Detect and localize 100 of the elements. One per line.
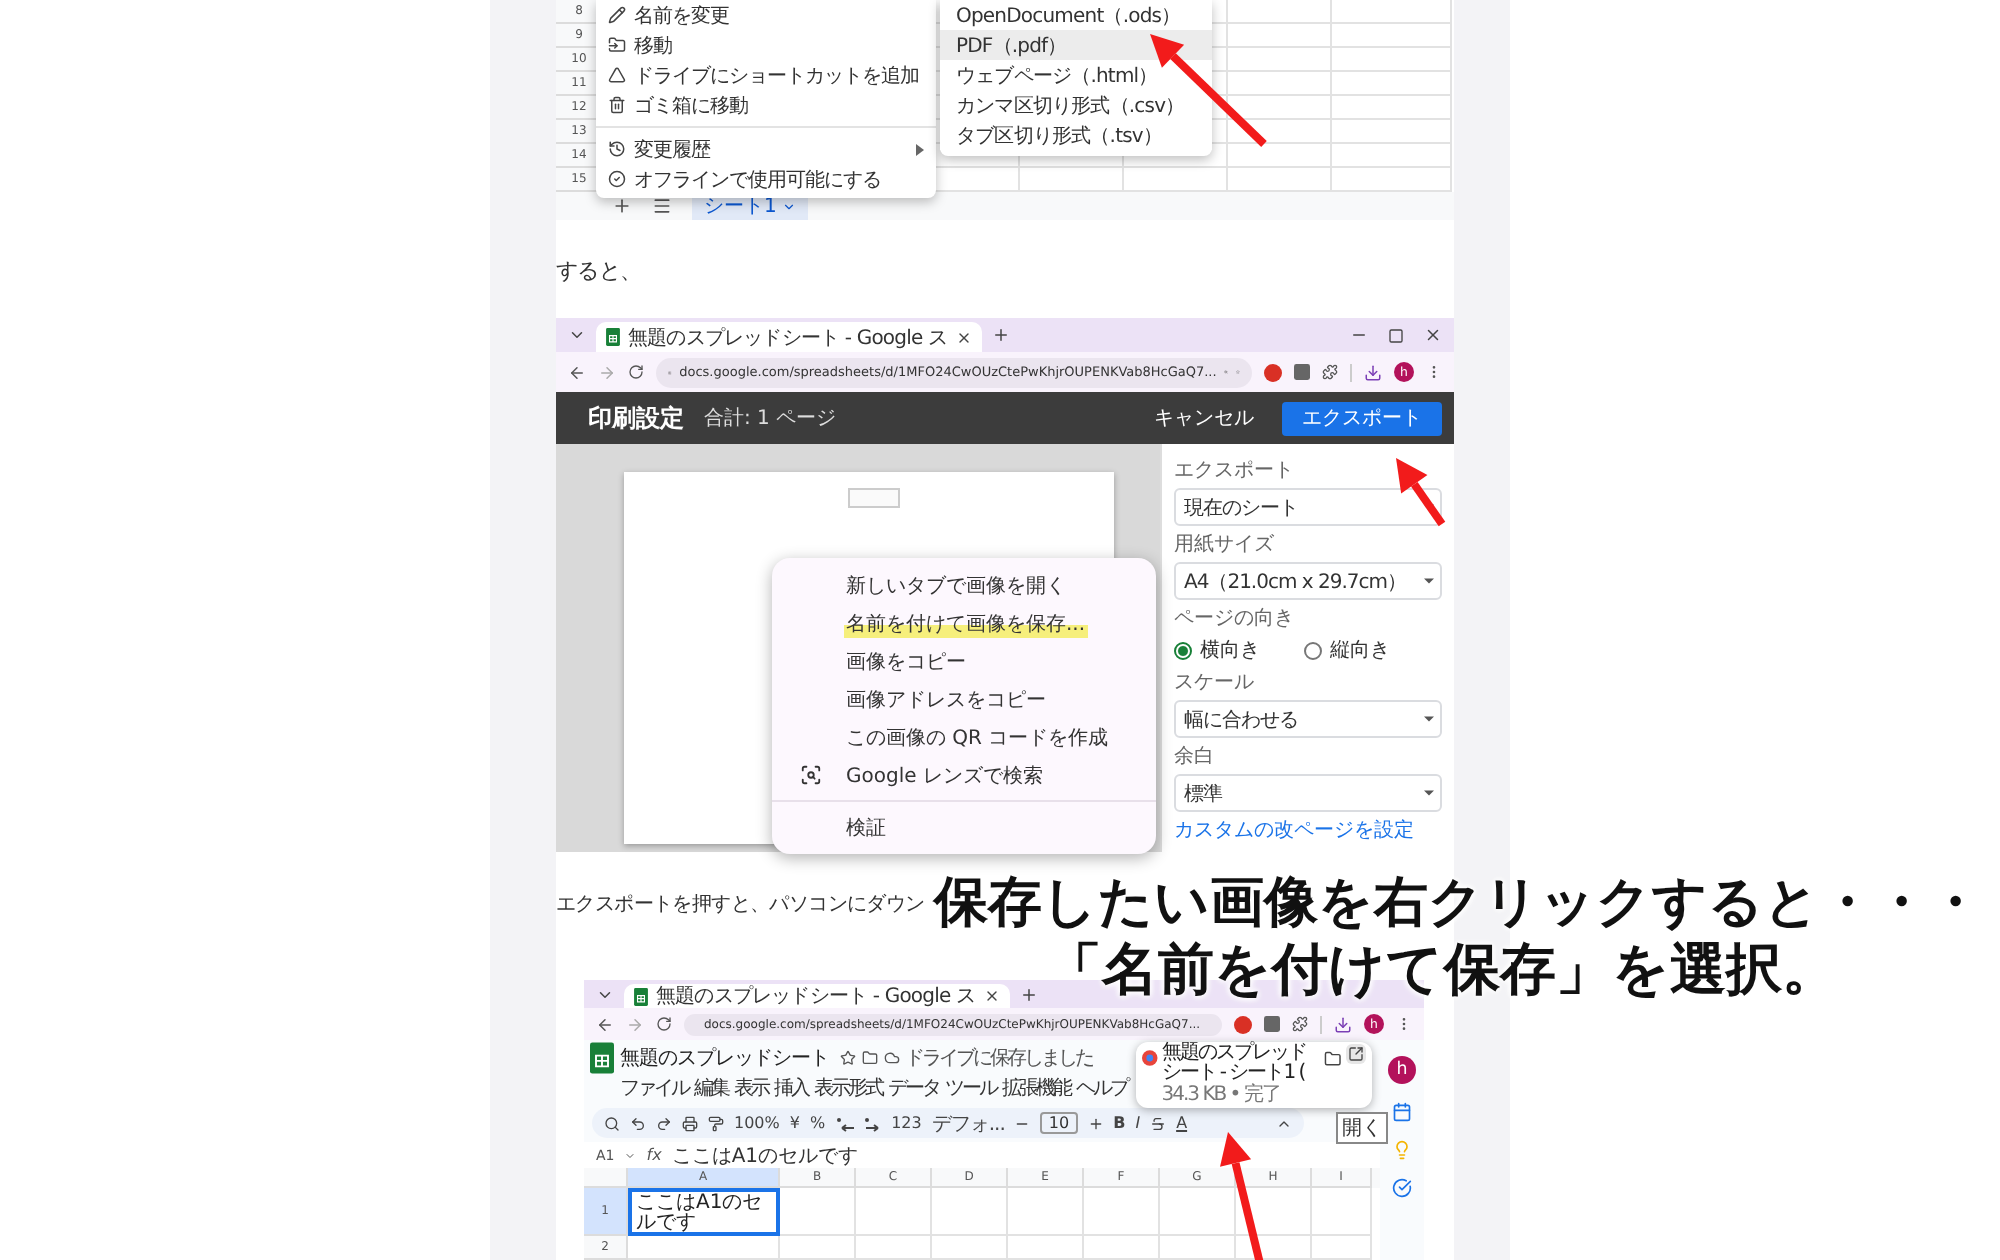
menu-item[interactable]: データ: [888, 1074, 939, 1102]
export-button[interactable]: エクスポート: [1282, 401, 1442, 435]
radio-button[interactable]: [1174, 641, 1192, 659]
grid-cell: [1124, 168, 1228, 192]
back-icon[interactable]: [596, 1015, 614, 1033]
menu-item[interactable]: Google レンズで検索: [844, 761, 1045, 789]
browser-tab[interactable]: 無題のスプレッドシート - Google ス: [596, 322, 982, 352]
open-button[interactable]: [1346, 1044, 1366, 1064]
redo-icon[interactable]: [656, 1115, 672, 1131]
document-title: 無題のスプレッドシート: [620, 1045, 829, 1072]
menu-item[interactable]: タブ区切り形式（.tsv）: [940, 120, 1212, 150]
italic-button[interactable]: I: [1135, 1114, 1141, 1132]
circle-icon[interactable]: [1234, 1015, 1252, 1033]
table-cell: [932, 1236, 1008, 1260]
select-field[interactable]: 標準: [1174, 774, 1442, 812]
font-size-field[interactable]: 10: [1040, 1112, 1078, 1134]
maximize-icon[interactable]: [1388, 327, 1404, 343]
circle-icon[interactable]: [1264, 363, 1282, 381]
reload-icon[interactable]: [656, 1016, 672, 1032]
new-tab-icon[interactable]: [991, 326, 1010, 344]
add-sheet-icon[interactable]: [612, 196, 632, 216]
download-icon[interactable]: [1334, 1015, 1352, 1033]
plus-icon[interactable]: [1087, 1115, 1104, 1131]
decimal-increase-icon[interactable]: [863, 1115, 882, 1131]
link[interactable]: カスタムの改ページを設定: [1174, 820, 1442, 844]
avatar[interactable]: h: [1388, 1056, 1416, 1084]
browser-tab[interactable]: 無題のスプレッドシート - Google ス: [624, 984, 1010, 1008]
setting-label: 余白: [1174, 746, 1216, 770]
menu-item[interactable]: ファイル: [620, 1074, 688, 1102]
cancel-button[interactable]: キャンセル: [1146, 404, 1262, 432]
paint-roller-icon[interactable]: [708, 1115, 724, 1131]
setting-label: 用紙サイズ: [1174, 534, 1276, 558]
undo-icon[interactable]: [630, 1115, 646, 1131]
percent-button[interactable]: %: [809, 1114, 826, 1132]
menu-item[interactable]: OpenDocument（.ods）: [940, 0, 1212, 30]
text-color-button[interactable]: A: [1176, 1114, 1188, 1132]
menu-item[interactable]: 拡張機能: [1002, 1074, 1070, 1102]
radio-option[interactable]: 横向き: [1174, 636, 1260, 664]
caret-icon[interactable]: [568, 326, 586, 344]
download-status: 34.3 KB • 完了: [1161, 1084, 1282, 1106]
menu-item[interactable]: 画像をコピー: [844, 647, 968, 675]
menu-item[interactable]: 新しいタブで画像を開く: [844, 571, 1068, 599]
menu-item[interactable]: 挿入: [774, 1074, 808, 1102]
number-format-button[interactable]: 123: [891, 1114, 922, 1132]
print-icon[interactable]: [682, 1115, 698, 1131]
menu-item[interactable]: 名前を付けて画像を保存...: [844, 609, 1088, 637]
folder-icon[interactable]: [861, 1050, 877, 1066]
menu-item[interactable]: PDF（.pdf）: [940, 30, 1212, 60]
star-icon[interactable]: [839, 1050, 855, 1066]
back-icon[interactable]: [568, 363, 586, 381]
extensions-icon[interactable]: [1292, 1016, 1308, 1032]
menu-item[interactable]: 編集: [694, 1074, 728, 1102]
table-cell: [1236, 1236, 1312, 1260]
zoom-select[interactable]: 100%: [734, 1114, 780, 1132]
cell-thumbnail: [848, 488, 900, 508]
menu-item[interactable]: 検証: [844, 813, 888, 841]
menu-item[interactable]: ツール: [945, 1074, 996, 1102]
save-status: ドライブに保存しました: [905, 1046, 1092, 1072]
strikethrough-icon[interactable]: [1150, 1115, 1167, 1131]
close-icon[interactable]: [1424, 326, 1442, 344]
grid-cell: [1020, 168, 1124, 192]
currency-button[interactable]: ¥: [789, 1114, 800, 1132]
font-select[interactable]: デフォ...: [931, 1109, 1005, 1137]
select-field[interactable]: 幅に合わせる: [1174, 700, 1442, 738]
reload-icon[interactable]: [628, 364, 644, 380]
tooltip: 開く: [1336, 1112, 1388, 1144]
menu-item[interactable]: ウェブページ（.html）: [940, 60, 1212, 90]
caption-text: 「名前を付けて保存」を選択。: [1046, 936, 1840, 1004]
menu-item[interactable]: 表示形式: [814, 1074, 882, 1102]
print-title: 印刷設定: [588, 401, 684, 435]
decimal-decrease-icon[interactable]: [835, 1115, 854, 1131]
download-file-name: 無題のスプレッドシート - シート1 (: [1161, 1044, 1308, 1084]
grid-cell: [1332, 168, 1452, 192]
bold-button[interactable]: B: [1113, 1114, 1126, 1132]
cloud-icon[interactable]: [883, 1050, 899, 1066]
table-cell: [1312, 1236, 1372, 1260]
download-icon[interactable]: [1364, 363, 1382, 381]
check-circle-icon: [608, 170, 626, 188]
menu-item[interactable]: この画像の QR コードを作成: [844, 723, 1111, 751]
table-cell: [1008, 1236, 1084, 1260]
calendar-icon[interactable]: [1392, 1102, 1412, 1122]
menu-icon[interactable]: [652, 196, 672, 216]
menu-item[interactable]: ヘルプ: [1076, 1074, 1127, 1102]
setting-label: スケール: [1174, 672, 1256, 696]
menu-item[interactable]: 画像アドレスをコピー: [844, 685, 1048, 713]
close-icon[interactable]: [983, 988, 1000, 1004]
trash-icon: [608, 96, 626, 114]
select-field[interactable]: A4（21.0cm x 29.7cm）: [1174, 562, 1442, 600]
radio-option[interactable]: 縦向き: [1304, 636, 1390, 664]
tasks-icon[interactable]: [1392, 1178, 1412, 1198]
close-icon[interactable]: [955, 329, 972, 345]
search-icon[interactable]: [604, 1115, 620, 1131]
menu-item[interactable]: 表示: [734, 1074, 768, 1102]
select-field[interactable]: 現在のシート: [1174, 488, 1442, 526]
radio-button[interactable]: [1304, 641, 1322, 659]
new-tab-icon[interactable]: [1019, 985, 1038, 1003]
folder-icon[interactable]: [1324, 1050, 1342, 1068]
menu-item[interactable]: カンマ区切り形式（.csv）: [940, 90, 1212, 120]
extensions-icon[interactable]: [1322, 364, 1338, 380]
caret-icon: [1424, 716, 1434, 722]
